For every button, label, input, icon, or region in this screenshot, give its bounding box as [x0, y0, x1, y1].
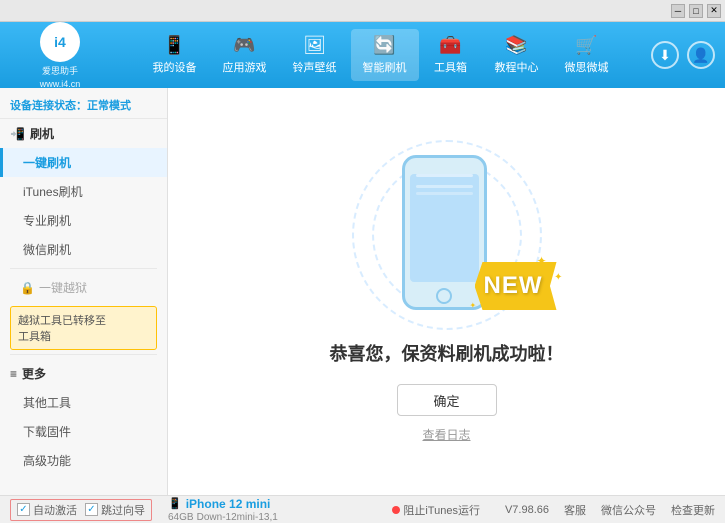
success-message: 恭喜您，保资料刷机成功啦！ — [330, 340, 564, 366]
flash-label: 刷机 — [30, 125, 54, 142]
status-label: 设备连接状态： — [10, 100, 87, 112]
nav-weidian-label: 微思微城 — [565, 59, 609, 75]
new-text: NEW — [484, 272, 543, 300]
phone-screen — [410, 174, 479, 282]
bottom-right: 阻止iTunes运行 V7.98.66 客服 微信公众号 检查更新 — [392, 502, 715, 518]
skip-wizard-label: 跳过向导 — [101, 502, 145, 518]
sidebar-item-wechat-flash[interactable]: 微信刷机 — [0, 235, 167, 264]
illustration-container: ✦ ✦ ✦ NEW — [337, 140, 557, 330]
sidebar-divider-2 — [10, 354, 157, 355]
top-nav: i4 爱思助手 www.i4.cn 📱 我的设备 🎮 应用游戏 🖼 铃声壁纸 🔄… — [0, 22, 725, 88]
sidebar-jailbreak-notice: 越狱工具已转移至工具箱 — [10, 306, 157, 350]
nav-wallpaper-label: 铃声壁纸 — [293, 59, 337, 75]
nav-wallpaper[interactable]: 🖼 铃声壁纸 — [281, 29, 349, 81]
nav-tutorial-icon: 📚 — [505, 35, 527, 56]
maximize-button[interactable]: □ — [689, 4, 703, 18]
jailbreak-notice-text: 越狱工具已转移至工具箱 — [18, 315, 106, 343]
itunes-label: 阻止iTunes运行 — [403, 502, 480, 518]
logo-icon: i4 — [40, 22, 80, 62]
nav-apps-games[interactable]: 🎮 应用游戏 — [211, 29, 279, 81]
bottom-bar: ✓ 自动激活 ✓ 跳过向导 📱 iPhone 12 mini 64GB Down… — [0, 495, 725, 523]
nav-smart-flash-label: 智能刷机 — [363, 59, 407, 75]
more-label: 更多 — [22, 365, 46, 382]
nav-weidian[interactable]: 🛒 微思微城 — [553, 29, 621, 81]
check-update-link[interactable]: 检查更新 — [671, 502, 715, 518]
auto-connect-label: 自动激活 — [33, 502, 77, 518]
nav-toolbox-icon: 🧰 — [439, 35, 461, 56]
window-controls[interactable]: ─ □ ✕ — [671, 4, 721, 18]
screen-line-2 — [416, 185, 473, 188]
download-button[interactable]: ⬇ — [651, 41, 679, 69]
nav-right-buttons: ⬇ 👤 — [651, 41, 715, 69]
sidebar-item-advanced[interactable]: 高级功能 — [0, 446, 167, 475]
nav-apps-games-icon: 🎮 — [233, 35, 255, 56]
title-bar: ─ □ ✕ — [0, 0, 725, 22]
sidebar: 设备连接状态：正常模式 📲 刷机 一键刷机 iTunes刷机 专业刷机 微信刷机… — [0, 88, 168, 495]
more-icon: ≡ — [10, 367, 17, 381]
skip-wizard-checkbox-box[interactable]: ✓ — [85, 503, 98, 516]
itunes-dot — [392, 506, 400, 514]
nav-my-device-label: 我的设备 — [153, 59, 197, 75]
main-area: 设备连接状态：正常模式 📲 刷机 一键刷机 iTunes刷机 专业刷机 微信刷机… — [0, 88, 725, 495]
phone-home-button — [436, 288, 452, 304]
checkbox-group: ✓ 自动激活 ✓ 跳过向导 — [10, 499, 152, 521]
auto-connect-checkbox-box[interactable]: ✓ — [17, 503, 30, 516]
nav-my-device-icon: 📱 — [163, 35, 185, 56]
sidebar-jailbreak-header: 🔒 一键越狱 — [0, 273, 167, 302]
sidebar-flash-header: 📲 刷机 — [0, 119, 167, 148]
nav-tutorial[interactable]: 📚 教程中心 — [483, 29, 551, 81]
new-badge-container: ✦ ✦ ✦ NEW — [475, 262, 557, 310]
nav-toolbox[interactable]: 🧰 工具箱 — [421, 29, 481, 81]
nav-weidian-icon: 🛒 — [575, 35, 597, 56]
skip-wizard-checkbox[interactable]: ✓ 跳过向导 — [85, 502, 145, 518]
screen-line-3 — [416, 192, 473, 195]
itunes-status: 阻止iTunes运行 — [392, 502, 480, 518]
bottom-left: ✓ 自动激活 ✓ 跳过向导 📱 iPhone 12 mini 64GB Down… — [10, 497, 392, 523]
device-status: 设备连接状态：正常模式 — [0, 92, 167, 119]
sidebar-item-other-tools[interactable]: 其他工具 — [0, 388, 167, 417]
sparkle-left: ✦ — [470, 301, 477, 310]
status-value: 正常模式 — [87, 100, 131, 112]
nav-smart-flash-icon: 🔄 — [373, 35, 395, 56]
logo-name: 爱思助手 — [42, 64, 78, 77]
sidebar-divider-1 — [10, 268, 157, 269]
sidebar-item-download-firmware[interactable]: 下载固件 — [0, 417, 167, 446]
new-ribbon: NEW — [475, 262, 557, 310]
content-area: ✦ ✦ ✦ NEW 恭喜您，保资料刷机成功啦！ 确定 查看日志 — [168, 88, 725, 495]
nav-items: 📱 我的设备 🎮 应用游戏 🖼 铃声壁纸 🔄 智能刷机 🧰 工具箱 📚 教程中心… — [110, 29, 651, 81]
logo-url: www.i4.cn — [40, 79, 81, 89]
logo-area: i4 爱思助手 www.i4.cn — [10, 22, 110, 89]
version-label: V7.98.66 — [505, 504, 549, 516]
device-name: iPhone 12 mini — [186, 497, 271, 511]
phone-icon: 📱 — [168, 497, 182, 510]
minimize-button[interactable]: ─ — [671, 4, 685, 18]
screen-line-1 — [416, 174, 473, 177]
auto-connect-checkbox[interactable]: ✓ 自动激活 — [17, 502, 77, 518]
nav-wallpaper-icon: 🖼 — [303, 35, 326, 56]
sidebar-item-pro-flash[interactable]: 专业刷机 — [0, 206, 167, 235]
nav-toolbox-label: 工具箱 — [434, 59, 467, 75]
close-button[interactable]: ✕ — [707, 4, 721, 18]
sidebar-more-header: ≡ 更多 — [0, 359, 167, 388]
user-button[interactable]: 👤 — [687, 41, 715, 69]
device-storage: 64GB — [168, 512, 194, 523]
flash-icon: 📲 — [10, 127, 25, 141]
nav-tutorial-label: 教程中心 — [495, 59, 539, 75]
nav-apps-games-label: 应用游戏 — [223, 59, 267, 75]
wechat-link[interactable]: 微信公众号 — [601, 502, 656, 518]
lock-icon: 🔒 — [20, 281, 35, 295]
sidebar-item-itunes-flash[interactable]: iTunes刷机 — [0, 177, 167, 206]
nav-my-device[interactable]: 📱 我的设备 — [141, 29, 209, 81]
confirm-button[interactable]: 确定 — [397, 384, 497, 416]
logo-symbol: i4 — [54, 34, 66, 50]
device-firmware-val: Down-12mini-13,1 — [197, 512, 278, 523]
view-record-link[interactable]: 查看日志 — [422, 426, 470, 443]
customer-service-link[interactable]: 客服 — [564, 502, 586, 518]
nav-smart-flash[interactable]: 🔄 智能刷机 — [351, 29, 419, 81]
sparkle-right: ✦ — [554, 272, 562, 283]
device-info: 📱 iPhone 12 mini 64GB Down-12mini-13,1 — [168, 497, 278, 523]
sidebar-item-one-click-flash[interactable]: 一键刷机 — [0, 148, 167, 177]
